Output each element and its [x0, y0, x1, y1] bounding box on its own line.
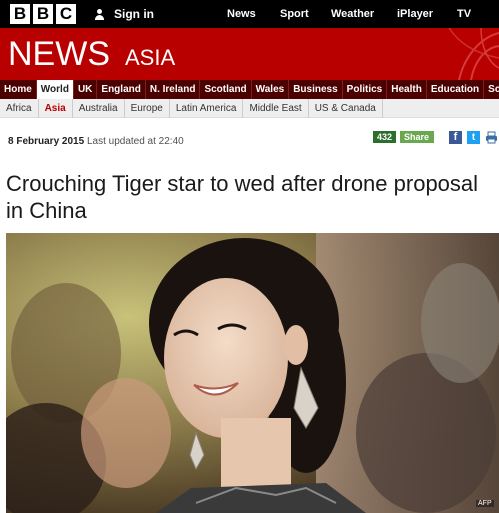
top-bar: B B C Sign in News Sport Weather iPlayer…: [0, 0, 499, 28]
print-icon[interactable]: [485, 131, 498, 144]
nav-tv[interactable]: TV: [457, 0, 471, 28]
article-headline: Crouching Tiger star to wed after drone …: [6, 171, 479, 223]
region-middle-east[interactable]: Middle East: [243, 99, 309, 118]
nav-news[interactable]: News: [227, 0, 256, 28]
photo-credit: AFP: [476, 500, 494, 507]
user-icon: [93, 8, 106, 21]
section-world[interactable]: World: [36, 80, 74, 99]
share-count: 432: [373, 131, 397, 143]
region-us-canada[interactable]: US & Canada: [309, 99, 383, 118]
last-updated: Last updated at 22:40: [86, 136, 184, 147]
section-sci-env[interactable]: Sci/E: [484, 80, 499, 99]
news-wordmark[interactable]: NEWS: [8, 37, 110, 71]
news-banner: NEWS ASIA: [0, 28, 499, 80]
region-europe[interactable]: Europe: [125, 99, 170, 118]
region-title: ASIA: [125, 45, 176, 70]
article-photo: [6, 233, 499, 513]
region-asia[interactable]: Asia: [39, 99, 73, 118]
bbc-logo[interactable]: B B C: [10, 4, 76, 24]
section-n-ireland[interactable]: N. Ireland: [146, 80, 201, 99]
article-meta: 8 February 2015 Last updated at 22:40: [8, 136, 184, 147]
sign-in-label: Sign in: [114, 7, 154, 21]
section-nav: Home World UK England N. Ireland Scotlan…: [0, 80, 499, 99]
section-education[interactable]: Education: [427, 80, 485, 99]
region-africa[interactable]: Africa: [0, 99, 39, 118]
region-nav: Africa Asia Australia Europe Latin Ameri…: [0, 99, 499, 118]
facebook-icon[interactable]: f: [449, 131, 462, 144]
region-latin-america[interactable]: Latin America: [170, 99, 244, 118]
section-politics[interactable]: Politics: [343, 80, 388, 99]
section-home[interactable]: Home: [0, 80, 37, 99]
article-date: 8 February 2015: [8, 136, 85, 147]
nav-weather[interactable]: Weather: [331, 0, 374, 28]
section-wales[interactable]: Wales: [252, 80, 290, 99]
section-england[interactable]: England: [97, 80, 146, 99]
share-button[interactable]: Share: [400, 131, 435, 143]
section-scotland[interactable]: Scotland: [200, 80, 252, 99]
section-uk[interactable]: UK: [74, 80, 98, 99]
region-australia[interactable]: Australia: [73, 99, 125, 118]
nav-sport[interactable]: Sport: [280, 0, 309, 28]
nav-iplayer[interactable]: iPlayer: [397, 0, 433, 28]
section-health[interactable]: Health: [387, 80, 427, 99]
logo-letter-b1: B: [10, 4, 30, 24]
sign-in-link[interactable]: Sign in: [93, 0, 154, 28]
section-business[interactable]: Business: [289, 80, 343, 99]
logo-letter-b2: B: [33, 4, 53, 24]
twitter-icon[interactable]: t: [467, 131, 480, 144]
photo-illustration: [6, 233, 499, 513]
logo-letter-c: C: [56, 4, 76, 24]
banner-decoration-icon: [448, 28, 499, 80]
